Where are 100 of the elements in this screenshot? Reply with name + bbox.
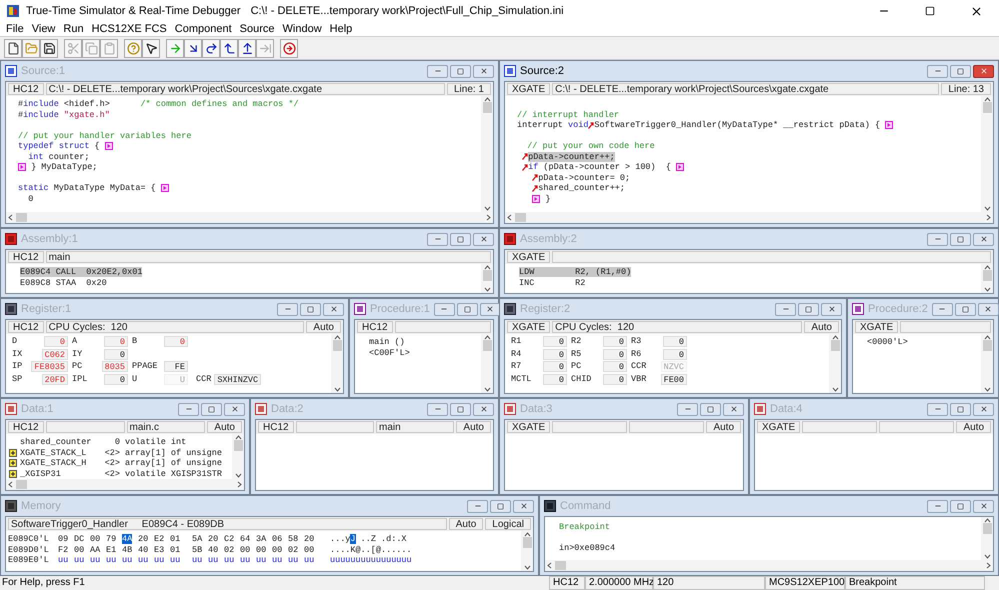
memory-byte[interactable]: uu [122, 555, 132, 565]
memory-byte[interactable]: uu [208, 555, 218, 565]
memory-byte[interactable]: 02 [288, 544, 298, 554]
vertical-scrollbar[interactable] [981, 264, 993, 293]
register-value[interactable]: 0 [603, 336, 627, 347]
restore-button[interactable] [201, 402, 222, 416]
close-button[interactable] [473, 232, 494, 246]
scroll-thumb[interactable] [234, 440, 242, 451]
register-value[interactable]: SXHINZVC [214, 374, 262, 384]
register-value[interactable]: FE00 [660, 374, 687, 384]
close-button[interactable] [224, 402, 245, 416]
scroll-down-icon[interactable] [984, 287, 990, 292]
memory-byte[interactable]: 01 [170, 534, 180, 544]
close-button[interactable] [723, 402, 744, 416]
restore-button[interactable] [450, 64, 471, 78]
memory-byte[interactable]: 4B [122, 544, 132, 554]
memory-byte[interactable]: uu [90, 555, 100, 565]
memory-byte[interactable]: DC [74, 534, 84, 544]
memory-byte[interactable]: AA [90, 544, 100, 554]
variable-name[interactable]: _XGISP31 [20, 468, 96, 479]
memory-byte[interactable]: 79 [106, 534, 116, 544]
menu-item[interactable]: Run [59, 20, 88, 38]
vertical-scrollbar[interactable] [481, 334, 493, 393]
memory-byte[interactable]: 40 [138, 544, 148, 554]
memory-byte[interactable]: 5B [192, 544, 202, 554]
memory-byte[interactable]: 01 [170, 544, 180, 554]
scroll-down-icon[interactable] [984, 554, 990, 559]
restore-button[interactable] [950, 64, 971, 78]
menu-item[interactable]: Component [170, 20, 236, 38]
scroll-right-icon[interactable] [486, 214, 491, 221]
close-button[interactable] [973, 232, 994, 246]
memory-byte[interactable]: uu [170, 555, 180, 565]
memory-byte[interactable]: 3A [256, 534, 266, 544]
memory-byte[interactable]: E1 [106, 544, 116, 554]
variable-name[interactable]: XGATE_STACK_H [20, 458, 96, 468]
fold-marker-icon[interactable] [676, 163, 684, 172]
register-value[interactable]: 0 [104, 348, 128, 360]
close-button[interactable] [473, 64, 494, 78]
memory-byte[interactable]: 00 [304, 544, 314, 554]
expand-icon[interactable] [9, 470, 17, 478]
step-mark-icon[interactable] [532, 174, 538, 182]
scroll-thumb[interactable] [522, 537, 532, 548]
scroll-thumb[interactable] [482, 102, 492, 113]
memory-byte[interactable]: uu [304, 555, 314, 565]
horizontal-scrollbar[interactable] [6, 479, 244, 490]
variable-name[interactable]: XGATE_STACK_L [20, 448, 96, 458]
memory-byte[interactable]: uu [74, 555, 84, 565]
menu-item[interactable]: File [2, 20, 28, 38]
register-value[interactable]: 0 [543, 374, 567, 384]
menu-item[interactable]: Help [326, 20, 356, 38]
scroll-up-icon[interactable] [984, 335, 990, 340]
memory-byte[interactable]: uu [240, 555, 250, 565]
close-button[interactable] [821, 302, 842, 316]
memory-byte[interactable]: 00 [74, 544, 84, 554]
expand-icon[interactable] [9, 459, 17, 468]
register-value[interactable]: 0 [543, 361, 567, 372]
register-value[interactable]: 0 [543, 348, 567, 360]
scroll-thumb[interactable] [982, 523, 992, 534]
variable-name[interactable]: shared_counter [20, 437, 96, 448]
scroll-up-icon[interactable] [484, 335, 490, 340]
register-value[interactable]: 0 [104, 374, 128, 384]
memory-byte[interactable]: 09 [58, 534, 68, 544]
step-mark-icon[interactable] [522, 153, 528, 160]
scroll-down-icon[interactable] [334, 387, 340, 392]
fold-marker-icon[interactable] [104, 142, 113, 150]
close-button[interactable] [513, 500, 534, 512]
memory-byte[interactable]: 02 [224, 544, 234, 554]
scroll-thumb[interactable] [482, 270, 492, 281]
fold-marker-icon[interactable] [885, 121, 894, 130]
register-value[interactable]: 0 [603, 361, 627, 372]
memory-byte[interactable]: C2 [224, 534, 234, 544]
memory-byte[interactable]: 20 [304, 534, 314, 544]
scroll-down-icon[interactable] [984, 387, 990, 392]
scroll-left-icon[interactable] [8, 214, 13, 221]
horizontal-scrollbar[interactable] [6, 212, 493, 223]
scroll-thumb[interactable] [830, 340, 840, 351]
vertical-scrollbar[interactable] [981, 517, 993, 560]
close-button[interactable] [323, 302, 344, 316]
scroll-thumb[interactable] [482, 340, 492, 351]
memory-byte[interactable]: uu [138, 555, 148, 565]
menu-item[interactable]: Window [278, 20, 326, 38]
memory-byte[interactable]: 00 [256, 544, 266, 554]
close-button[interactable] [473, 402, 494, 416]
scroll-left-icon[interactable] [8, 481, 13, 488]
menu-item[interactable]: View [28, 20, 60, 38]
toolbar-button[interactable] [142, 38, 160, 58]
scroll-up-icon[interactable] [484, 265, 490, 270]
menu-item[interactable]: HCS12XE FCS [88, 20, 171, 38]
register-value[interactable]: FE [164, 361, 188, 372]
register-value[interactable]: 0 [663, 348, 687, 360]
step-mark-icon[interactable] [588, 122, 594, 129]
scroll-thumb[interactable] [515, 213, 526, 222]
scroll-down-icon[interactable] [234, 473, 242, 478]
vertical-scrollbar[interactable] [481, 96, 493, 212]
memory-byte[interactable]: 58 [288, 534, 298, 544]
memory-byte[interactable]: uu [288, 555, 298, 565]
fold-marker-icon[interactable] [18, 163, 26, 172]
scroll-right-icon[interactable] [986, 562, 991, 569]
scroll-up-icon[interactable] [832, 335, 838, 340]
vertical-scrollbar[interactable] [981, 334, 993, 393]
